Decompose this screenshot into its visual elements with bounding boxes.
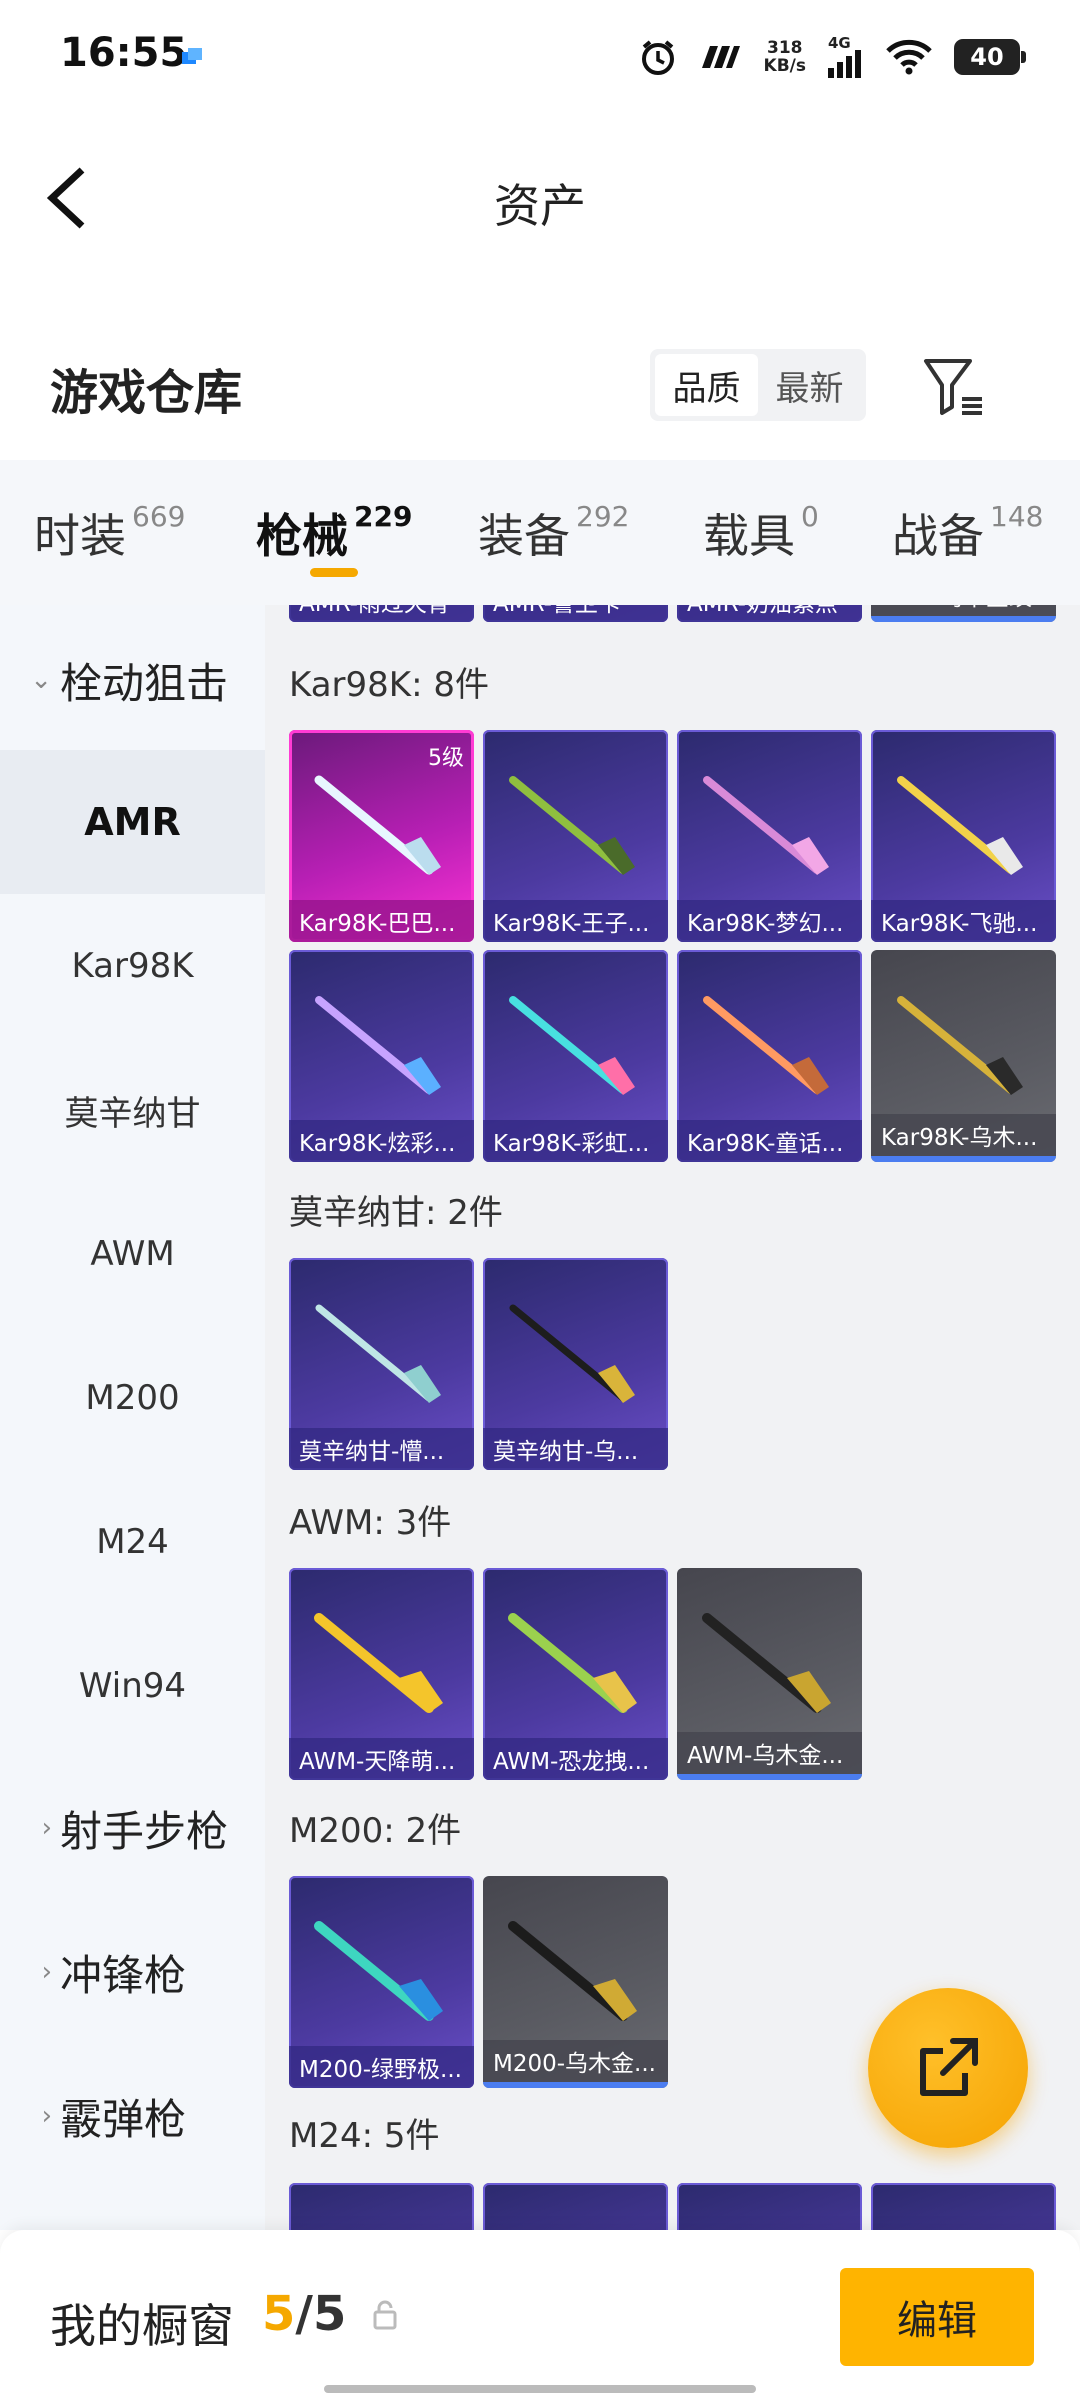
alarm-icon (641, 40, 674, 75)
item-card[interactable]: Kar98K-飞驰... (871, 730, 1056, 942)
item-card[interactable]: 莫辛纳甘-懵... (289, 1258, 474, 1470)
category-label-m200: M200: 2件 (289, 1811, 462, 1851)
tab-equipment[interactable]: 装备 292 (478, 500, 629, 566)
cell-signal: 4G (828, 36, 864, 78)
item-card[interactable] (871, 2183, 1056, 2230)
level-badge: 5级 (428, 746, 464, 771)
sort-quality-option[interactable]: 品质 (655, 354, 758, 416)
chevron-down-icon: ⌄ (30, 665, 52, 695)
item-card[interactable]: Kar98K-梦幻... (677, 730, 862, 942)
item-card[interactable]: AWM-乌木金... (677, 1568, 862, 1780)
showcase-bar: 我的橱窗 5/5 编辑 (0, 2230, 1080, 2400)
showcase-label: 我的橱窗 (50, 2299, 234, 2353)
item-card[interactable] (483, 2183, 668, 2230)
rifle-icon (509, 1304, 635, 1403)
item-card[interactable]: Kar98K-乌木... (871, 950, 1056, 1162)
item-card[interactable]: Kar98K-炫彩... (289, 950, 474, 1162)
rifle-icon (702, 1613, 831, 1713)
sidebar-item-win94[interactable]: Win94 (0, 1614, 265, 1758)
item-card[interactable]: AWM-恐龙拽... (483, 1568, 668, 1780)
sidebar: ⌄ 栓动狙击 AMR Kar98K 莫辛纳甘 AWM M200 M24 Win9… (0, 605, 265, 2230)
item-card[interactable]: AMR-乌木金纹 (871, 605, 1056, 622)
item-card[interactable]: AMR-雨过天青 (289, 605, 474, 622)
item-card[interactable] (677, 2183, 862, 2230)
sidebar-item-kar98k[interactable]: Kar98K (0, 894, 265, 1038)
item-card[interactable]: Kar98K-童话... (677, 950, 862, 1162)
category-label-m24: M24: 5件 (289, 2116, 440, 2156)
chevron-right-icon: › (41, 1813, 52, 1843)
item-card[interactable]: 5级 Kar98K-巴巴... (289, 730, 474, 942)
rifle-icon (897, 996, 1023, 1095)
rifle-icon (897, 776, 1023, 875)
item-card[interactable]: M200-绿野极... (289, 1876, 474, 2088)
tab-vehicles[interactable]: 载具 0 (703, 500, 819, 566)
rifle-icon (314, 775, 441, 875)
filter-icon[interactable] (922, 355, 986, 417)
status-time: 16:55 (60, 30, 188, 76)
rifle-icon (703, 776, 829, 875)
rifle-icon (703, 996, 829, 1095)
rifle-icon (315, 996, 441, 1095)
rifle-icon (314, 1613, 443, 1713)
status-icons: 318 KB/s 4G 40 (638, 32, 1026, 82)
sidebar-item-m24[interactable]: M24 (0, 1470, 265, 1614)
item-card[interactable]: M200-乌木金... (483, 1876, 668, 2088)
sidebar-item-m200[interactable]: M200 (0, 1326, 265, 1470)
sort-toggle: 品质 最新 (650, 349, 866, 421)
sidebar-item-mosin[interactable]: 莫辛纳甘 (0, 1038, 265, 1182)
sidebar-group-bolt-sniper[interactable]: ⌄ 栓动狙击 (0, 620, 265, 740)
item-grid: AMR-雨过天青 AMR-警卫卡 AMR-奶油紫点 AMR-乌木金纹 Kar98… (265, 605, 1080, 2230)
lock-icon (373, 2300, 397, 2330)
wifi-icon (886, 39, 932, 75)
sidebar-item-awm[interactable]: AWM (0, 1182, 265, 1326)
network-speed: 318 KB/s (763, 38, 806, 76)
rifle-icon (509, 776, 635, 875)
item-card[interactable]: AWM-天降萌... (289, 1568, 474, 1780)
category-label-mosin: 莫辛纳甘: 2件 (289, 1193, 503, 1233)
sidebar-item-amr[interactable]: AMR (0, 750, 265, 894)
rifle-icon (314, 1921, 443, 2021)
app-notification-icon (182, 48, 202, 64)
tab-supplies[interactable]: 战备 148 (892, 500, 1043, 566)
external-link-icon (920, 2038, 978, 2096)
battery-icon: 40 (954, 39, 1026, 75)
tab-guns[interactable]: 枪械 229 (256, 500, 412, 566)
page-title: 资产 (494, 179, 586, 233)
showcase-count: 5/5 (262, 2286, 347, 2342)
sidebar-group-smg[interactable]: › 冲锋枪 (0, 1912, 265, 2032)
item-card[interactable]: AMR-奶油紫点 (677, 605, 862, 622)
home-indicator[interactable] (324, 2385, 756, 2393)
rifle-icon (508, 1613, 637, 1713)
chevron-right-icon: › (41, 2101, 52, 2131)
edit-button[interactable]: 编辑 (840, 2268, 1034, 2366)
section-title: 游戏仓库 (50, 365, 243, 421)
tab-fashion[interactable]: 时装 669 (34, 500, 185, 566)
sidebar-group-marksman[interactable]: › 射手步枪 (0, 1768, 265, 1888)
item-card[interactable]: AMR-警卫卡 (483, 605, 668, 622)
cell-signal-icon (828, 50, 861, 78)
category-label-awm: AWM: 3件 (289, 1503, 452, 1543)
item-card[interactable]: Kar98K-王子... (483, 730, 668, 942)
item-card[interactable]: Kar98K-彩虹... (483, 950, 668, 1162)
chevron-right-icon: › (41, 1957, 52, 1987)
active-tab-indicator (310, 568, 358, 577)
category-label-kar98k: Kar98K: 8件 (289, 665, 489, 705)
rifle-icon (509, 996, 635, 1095)
status-bar: 16:55 318 KB/s 4G 40 (0, 0, 1080, 115)
sort-newest-option[interactable]: 最新 (758, 354, 861, 416)
hd-signal-icon (701, 46, 740, 68)
rifle-icon (315, 1304, 441, 1403)
sidebar-group-shotgun[interactable]: › 霰弹枪 (0, 2056, 265, 2176)
category-tabs: 时装 669 枪械 229 装备 292 载具 0 战备 148 (0, 460, 1080, 605)
item-card[interactable]: 莫辛纳甘-乌... (483, 1258, 668, 1470)
rifle-icon (508, 1921, 637, 2021)
share-button[interactable] (868, 1988, 1028, 2148)
item-card[interactable] (289, 2183, 474, 2230)
